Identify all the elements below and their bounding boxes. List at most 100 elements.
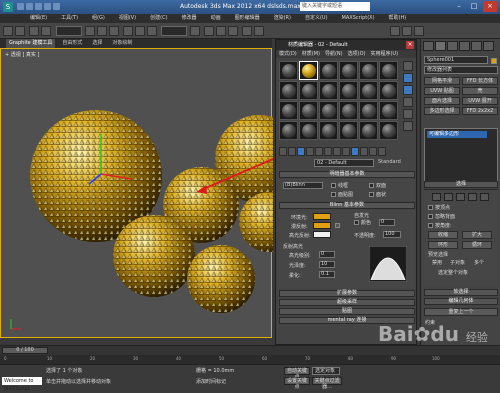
modifier-stack[interactable]: 可编辑多边形 bbox=[424, 128, 498, 186]
utilities-tab-icon[interactable] bbox=[483, 41, 494, 51]
material-slot[interactable] bbox=[319, 81, 338, 100]
material-slot[interactable] bbox=[359, 121, 378, 140]
self-illum-value-field[interactable]: 0 bbox=[379, 219, 395, 226]
soft-selection-rollout[interactable]: 软选择 bbox=[424, 289, 498, 296]
undo-icon[interactable] bbox=[44, 3, 51, 10]
material-slot[interactable] bbox=[299, 121, 318, 140]
time-slider[interactable]: 0 / 100 bbox=[2, 347, 48, 354]
specular-color-swatch[interactable] bbox=[313, 231, 331, 238]
preview-multi-option[interactable]: 多个 bbox=[474, 259, 484, 266]
vertex-icon[interactable] bbox=[432, 193, 441, 201]
angle-snap-button[interactable] bbox=[216, 26, 226, 36]
percent-snap-button[interactable] bbox=[228, 26, 238, 36]
material-slot[interactable] bbox=[339, 101, 358, 120]
new-icon[interactable] bbox=[17, 3, 24, 10]
show-map-in-viewport-icon[interactable] bbox=[351, 147, 359, 156]
tab-graphite-modeling[interactable]: Graphite 建模工具 bbox=[6, 39, 56, 48]
material-id-channel-icon[interactable] bbox=[342, 147, 350, 156]
minimize-icon[interactable]: – bbox=[452, 1, 466, 12]
copy-material-icon[interactable] bbox=[315, 147, 323, 156]
grow-button[interactable]: 扩大 bbox=[462, 231, 492, 239]
stack-item-editable-poly[interactable]: 可编辑多边形 bbox=[427, 131, 487, 138]
selection-filter-dropdown[interactable] bbox=[56, 26, 82, 36]
menu-maxscript[interactable]: MAXScript(X) bbox=[342, 14, 375, 23]
reset-map-icon[interactable] bbox=[306, 147, 314, 156]
go-forward-sibling-icon[interactable] bbox=[378, 147, 386, 156]
specular-level-field[interactable]: 0 bbox=[319, 251, 335, 258]
shader-type-dropdown[interactable]: (B)Blinn bbox=[283, 182, 323, 189]
menu-utilities[interactable]: 实用程序(U) bbox=[370, 50, 398, 58]
menu-create[interactable]: 创建(C) bbox=[150, 14, 167, 23]
material-slot[interactable] bbox=[319, 121, 338, 140]
meshsmooth-button[interactable]: 网格平滑 bbox=[424, 77, 460, 85]
menu-graph-editors[interactable]: 图形编辑器 bbox=[235, 14, 260, 23]
assign-to-selection-icon[interactable] bbox=[297, 147, 305, 156]
material-slot[interactable] bbox=[359, 61, 378, 80]
material-name-field[interactable]: 02 - Default bbox=[314, 159, 374, 167]
redo-button[interactable] bbox=[15, 26, 25, 36]
material-slot[interactable] bbox=[279, 101, 298, 120]
material-slot-active[interactable] bbox=[299, 61, 318, 80]
make-unique-icon[interactable] bbox=[324, 147, 332, 156]
material-slot[interactable] bbox=[339, 81, 358, 100]
patch-select-button[interactable]: 面片选择 bbox=[424, 97, 460, 105]
material-slot[interactable] bbox=[299, 81, 318, 100]
render-frame-button[interactable] bbox=[402, 26, 412, 36]
track-bar[interactable]: 0 10 20 30 40 50 60 70 80 90 100 bbox=[0, 355, 500, 364]
selected-object-dropdown[interactable]: 选定对象 bbox=[312, 367, 340, 375]
menu-options[interactable]: 选项(O) bbox=[348, 50, 366, 58]
scale-button[interactable] bbox=[147, 26, 157, 36]
go-to-parent-icon[interactable] bbox=[369, 147, 377, 156]
reference-coord-dropdown[interactable] bbox=[161, 26, 187, 36]
material-slot[interactable] bbox=[359, 81, 378, 100]
menu-mode[interactable]: 模式(D) bbox=[279, 50, 297, 58]
material-slot[interactable] bbox=[339, 61, 358, 80]
selection-rollout-header[interactable]: 选择 bbox=[424, 181, 498, 188]
app-logo[interactable]: S bbox=[3, 2, 13, 12]
redo-icon[interactable] bbox=[53, 3, 60, 10]
material-slot[interactable] bbox=[319, 61, 338, 80]
ffd-2x2x2-button[interactable]: FFD 2x2x2 bbox=[462, 107, 498, 115]
uvw-map-button[interactable]: UVW 贴图 bbox=[424, 87, 460, 95]
modify-tab-icon[interactable] bbox=[435, 41, 446, 51]
tab-freeform[interactable]: 自由形式 bbox=[59, 39, 85, 48]
undo-button[interactable] bbox=[3, 26, 13, 36]
auto-key-button[interactable]: 自动关键点 bbox=[284, 367, 310, 380]
align-button[interactable] bbox=[254, 26, 264, 36]
snap-button[interactable] bbox=[204, 26, 214, 36]
gold-sphere-small-bottom[interactable] bbox=[187, 245, 255, 313]
soften-field[interactable]: 0.1 bbox=[319, 271, 335, 278]
material-slot[interactable] bbox=[299, 101, 318, 120]
preview-subobject-option[interactable]: 子对象 bbox=[450, 259, 465, 266]
unlink-button[interactable] bbox=[41, 26, 51, 36]
render-setup-button[interactable] bbox=[390, 26, 400, 36]
menu-navigation[interactable]: 导航(N) bbox=[325, 50, 343, 58]
mirror-button[interactable] bbox=[242, 26, 252, 36]
render-button[interactable] bbox=[414, 26, 424, 36]
shrink-button[interactable]: 收缩 bbox=[428, 231, 458, 239]
modifier-list-dropdown[interactable]: 修改器列表 bbox=[424, 66, 498, 74]
perspective-viewport[interactable]: + 透视 ] 真实 ] bbox=[0, 48, 273, 338]
sample-uv-tiling-icon[interactable] bbox=[403, 97, 413, 107]
backlight-icon[interactable] bbox=[403, 73, 413, 83]
maps-rollout[interactable]: 贴图 bbox=[279, 308, 415, 315]
material-slot[interactable] bbox=[279, 81, 298, 100]
menu-rendering[interactable]: 渲染(R) bbox=[274, 14, 291, 23]
border-icon[interactable] bbox=[456, 193, 465, 201]
menu-edit[interactable]: 编辑(E) bbox=[30, 14, 47, 23]
preview-disabled-option[interactable]: 禁用 bbox=[432, 259, 442, 266]
make-preview-icon[interactable] bbox=[403, 121, 413, 131]
maximize-icon[interactable]: □ bbox=[467, 1, 481, 12]
tab-object-paint[interactable]: 对象绘制 bbox=[109, 39, 135, 48]
wire-checkbox[interactable] bbox=[331, 183, 336, 188]
display-tab-icon[interactable] bbox=[471, 41, 482, 51]
move-button[interactable] bbox=[123, 26, 133, 36]
set-key-button[interactable]: 设置关键点 bbox=[284, 377, 310, 390]
rect-selection-button[interactable] bbox=[109, 26, 119, 36]
key-filters-button[interactable]: 关键点过滤器... bbox=[312, 377, 342, 390]
ffd-box-button[interactable]: FFD 长方体 bbox=[462, 77, 498, 85]
material-slot[interactable] bbox=[379, 101, 398, 120]
gold-sphere-left-bottom[interactable] bbox=[113, 215, 195, 297]
background-icon[interactable] bbox=[403, 85, 413, 95]
create-tab-icon[interactable] bbox=[423, 41, 434, 51]
